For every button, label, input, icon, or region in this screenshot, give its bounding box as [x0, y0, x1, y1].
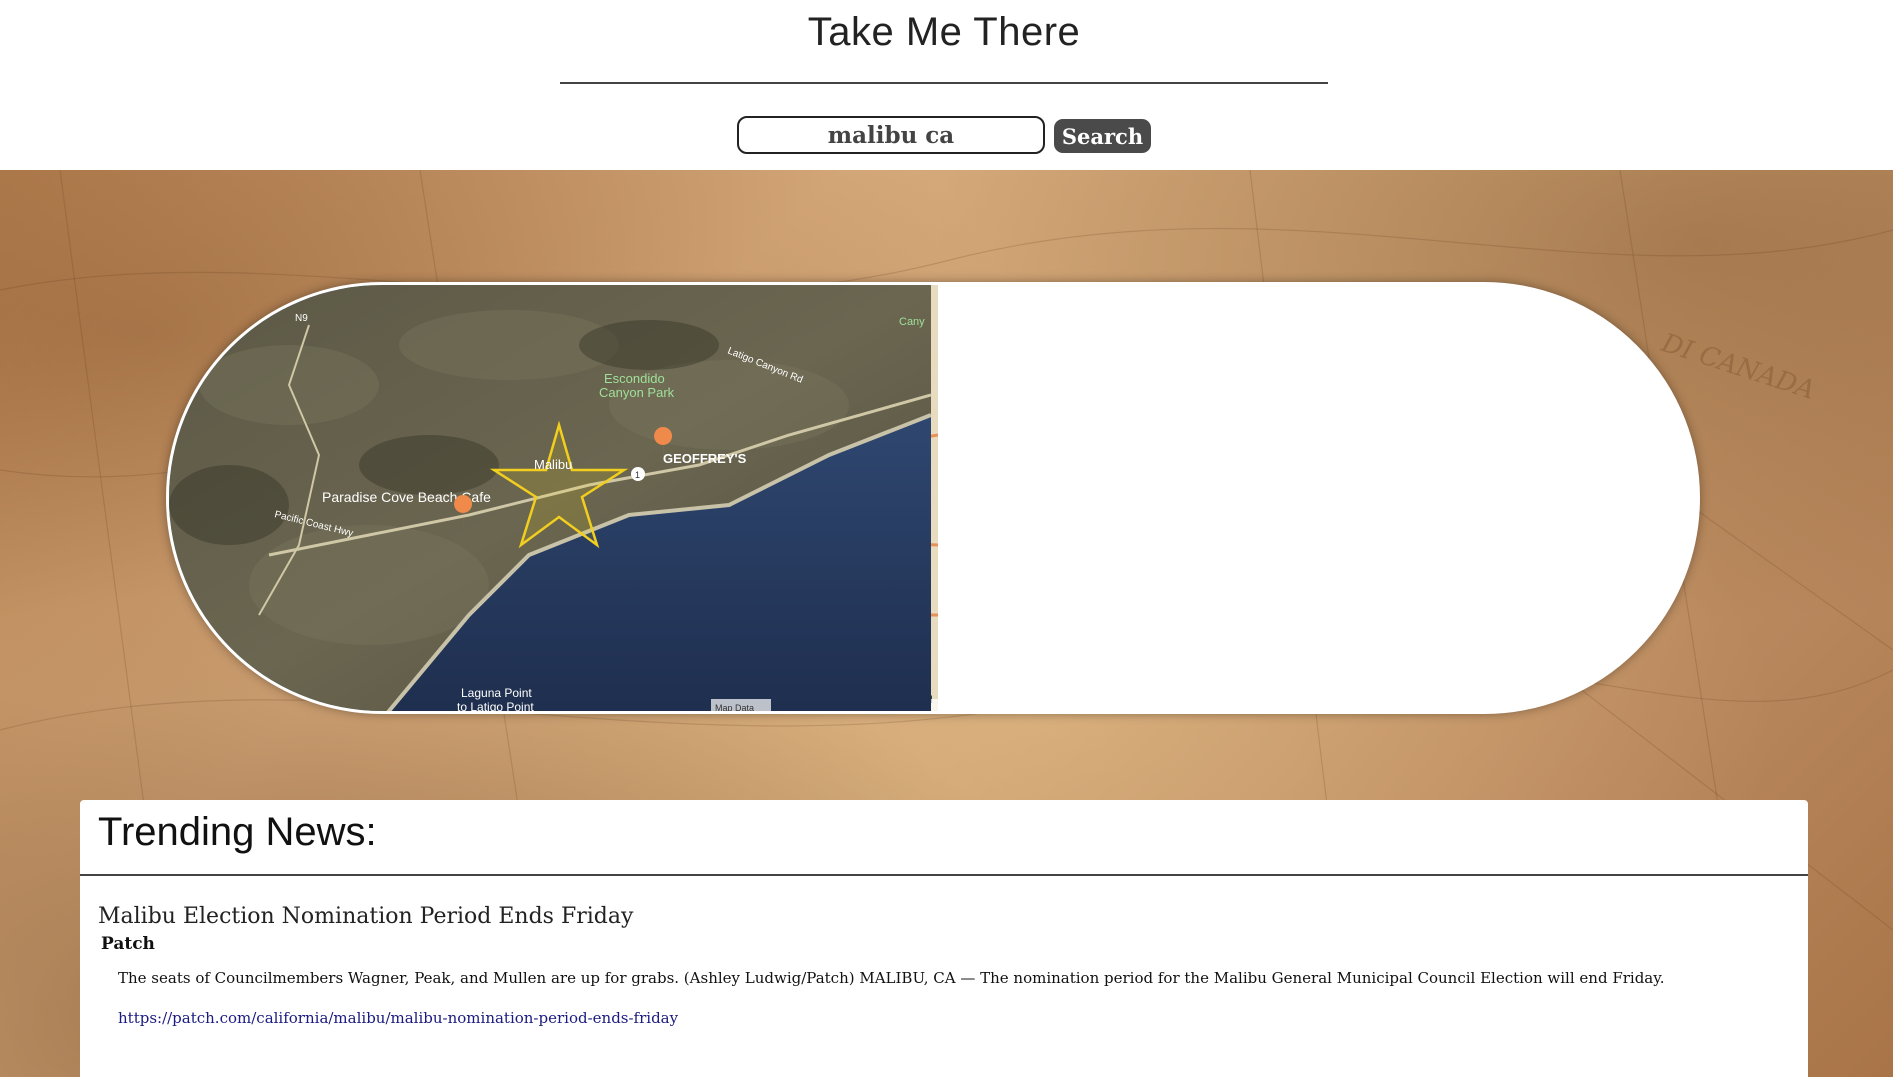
news-panel: Trending News: Malibu Election Nominatio… — [80, 800, 1808, 1077]
svg-text:Malibu: Malibu — [534, 457, 572, 472]
svg-text:Escondido: Escondido — [604, 371, 665, 386]
svg-text:GEOFFREY'S: GEOFFREY'S — [663, 451, 747, 466]
svg-text:Laguna Point: Laguna Point — [461, 686, 532, 700]
search-button[interactable]: Search — [1054, 119, 1151, 153]
google-logo: Google — [174, 687, 236, 707]
svg-text:to Latigo Point: to Latigo Point — [457, 700, 534, 714]
article-description: The seats of Councilmembers Wagner, Peak… — [118, 969, 1665, 987]
svg-text:1: 1 — [635, 470, 640, 480]
news-heading: Trending News: — [98, 810, 377, 854]
article-source: Patch — [101, 934, 155, 954]
page-title: Take Me There — [807, 10, 1081, 54]
map-capsule: San Jose Fresno CALIFORNIA Death Valley … — [166, 282, 1700, 714]
satellite-map[interactable]: N9 Escondido Canyon Park Latigo Canyon R… — [169, 285, 931, 714]
svg-text:Cany: Cany — [899, 316, 925, 328]
map-data-label: Map Data — [715, 703, 754, 713]
news-divider — [80, 874, 1808, 876]
page-header: Take Me There Search — [0, 0, 1893, 170]
article-title: Malibu Election Nomination Period Ends F… — [98, 904, 634, 929]
svg-text:DI CANADA: DI CANADA — [1657, 328, 1819, 406]
svg-text:Canyon Park: Canyon Park — [599, 385, 675, 400]
search-input[interactable] — [737, 116, 1045, 154]
svg-text:N9: N9 — [295, 313, 308, 324]
article-link[interactable]: https://patch.com/california/malibu/mali… — [118, 1009, 678, 1027]
title-divider — [560, 82, 1328, 84]
